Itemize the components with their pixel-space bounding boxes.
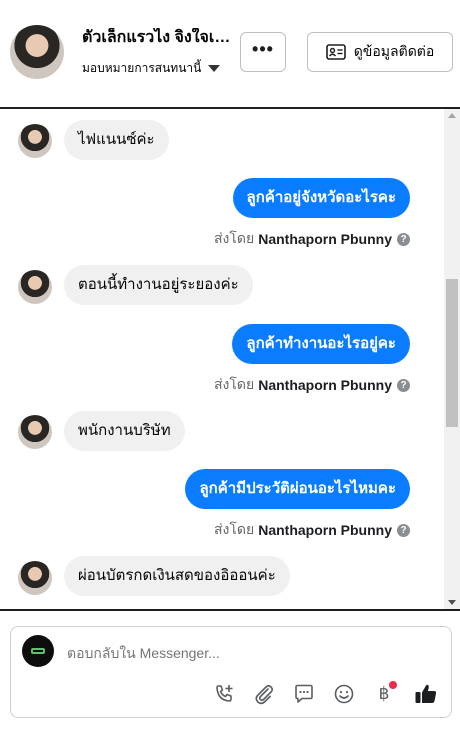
scrollbar-thumb[interactable]: [446, 279, 458, 427]
caret-down-icon: [208, 64, 221, 72]
outgoing-message: ลูกค้ามีประวัติผ่อนอะไรไหมคะ: [185, 469, 410, 509]
more-dots-icon: •••: [252, 39, 274, 59]
sent-by-agent: Nanthaporn Pbunny: [258, 377, 392, 393]
page-avatar: [22, 635, 54, 667]
like-icon[interactable]: [413, 681, 439, 707]
thread-scrollbar[interactable]: [444, 109, 460, 609]
page-logo-icon: [31, 648, 45, 654]
composer-divider: [0, 609, 460, 611]
contact-avatar[interactable]: [10, 25, 64, 79]
paperclip-icon[interactable]: [251, 681, 277, 707]
phone-plus-icon[interactable]: [211, 681, 237, 707]
outgoing-message: ลูกค้าทำงานอะไรอยู่คะ: [232, 324, 410, 364]
contact-name[interactable]: ตัวเล็กแรวไง จิงใจเสมอ: [82, 28, 234, 48]
sent-by-prefix: ส่งโดย: [214, 230, 255, 246]
contact-avatar-small: [18, 561, 52, 595]
sent-by-prefix: ส่งโดย: [214, 376, 255, 392]
baht-icon[interactable]: ฿: [371, 681, 397, 707]
sent-by-line: ส่งโดย Nanthaporn Pbunny ?: [214, 519, 410, 541]
contact-avatar-small: [18, 270, 52, 304]
incoming-message: ไฟแนนซ์ค่ะ: [64, 120, 169, 160]
view-contact-info-label: ดูข้อมูลติดต่อ: [353, 43, 435, 59]
emoji-icon[interactable]: [331, 681, 357, 707]
assign-conversation-label: มอบหมายการสนทนานี้: [82, 61, 202, 75]
help-icon[interactable]: ?: [397, 523, 410, 537]
incoming-message: ตอนนี้ทำงานอยู่ระยองค่ะ: [64, 265, 253, 305]
contact-avatar-small: [18, 415, 52, 449]
more-options-button[interactable]: •••: [240, 32, 286, 72]
message-thread[interactable]: ไฟแนนซ์ค่ะ ลูกค้าอยู่จังหวัดอะไรคะ ส่งโด…: [0, 109, 460, 609]
sent-by-agent: Nanthaporn Pbunny: [258, 522, 392, 538]
contact-card-icon: [325, 44, 346, 60]
sent-by-line: ส่งโดย Nanthaporn Pbunny ?: [214, 374, 410, 396]
contact-avatar-small: [18, 124, 52, 158]
sent-by-prefix: ส่งโดย: [214, 521, 255, 537]
sent-by-line: ส่งโดย Nanthaporn Pbunny ?: [214, 228, 410, 250]
assign-conversation-dropdown[interactable]: มอบหมายการสนทนานี้: [82, 60, 221, 76]
incoming-message: ผ่อนบัตรกดเงินสดของอิออนค่ะ: [64, 556, 290, 596]
scroll-up-arrow-icon[interactable]: [448, 113, 456, 118]
help-icon[interactable]: ?: [397, 378, 410, 392]
baht-symbol: ฿: [378, 684, 390, 704]
outgoing-message: ลูกค้าอยู่จังหวัดอะไรคะ: [232, 178, 410, 218]
help-icon[interactable]: ?: [397, 232, 410, 246]
composer-toolbar: ฿: [211, 681, 443, 709]
incoming-message: พนักงานบริษัท: [64, 411, 185, 451]
notification-dot: [389, 681, 397, 689]
saved-replies-icon[interactable]: [291, 681, 317, 707]
scroll-down-arrow-icon[interactable]: [448, 600, 456, 605]
conversation-header: ตัวเล็กแรวไง จิงใจเสมอ มอบหมายการสนทนานี…: [0, 0, 460, 108]
reply-input[interactable]: [67, 645, 427, 661]
view-contact-info-button[interactable]: ดูข้อมูลติดต่อ: [307, 32, 453, 72]
sent-by-agent: Nanthaporn Pbunny: [258, 231, 392, 247]
reply-composer: ฿: [10, 626, 452, 718]
